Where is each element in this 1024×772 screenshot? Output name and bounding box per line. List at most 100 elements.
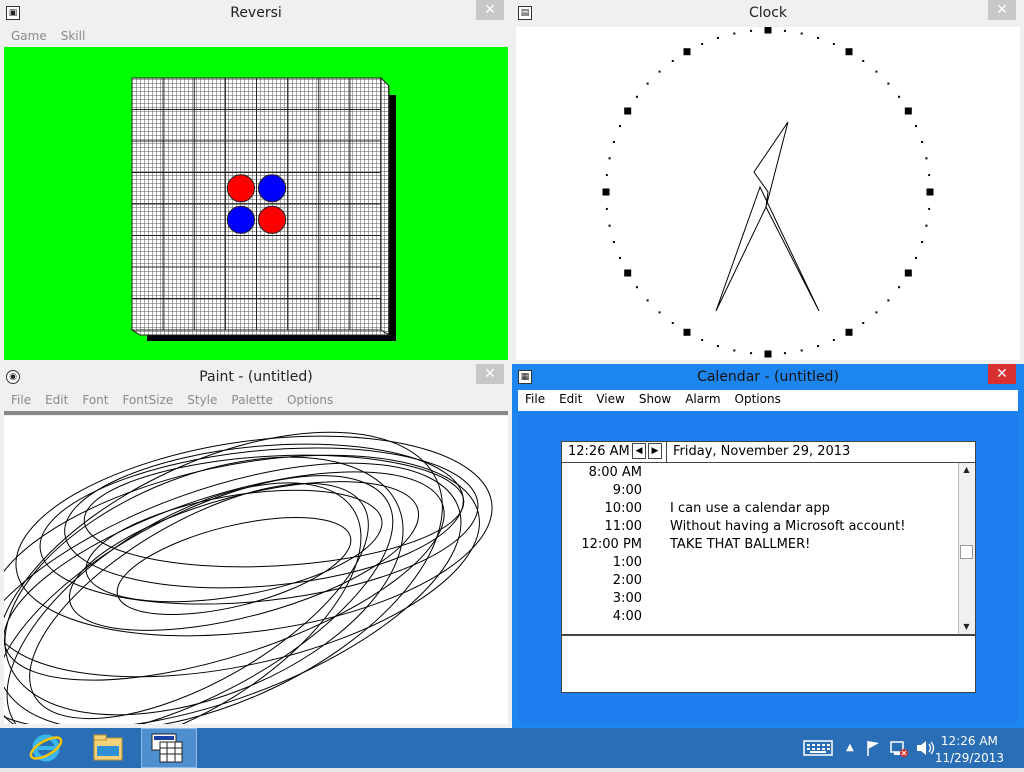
reversi-board[interactable] [4, 47, 508, 360]
internet-explorer-icon[interactable] [22, 728, 70, 768]
clock-minute-mark [750, 29, 753, 32]
clock-minute-mark [783, 29, 786, 32]
appointment-list[interactable]: 8:00 AM 9:00 10:00 I can use a calendar app… [562, 463, 960, 634]
reversi-titlebar[interactable]: ▣ Reversi ✕ [0, 0, 512, 27]
clock-minute-mark [733, 32, 736, 35]
clock-minute-mark [887, 299, 890, 302]
minute-hand [715, 185, 820, 312]
clock-hour-mark [764, 350, 772, 358]
calendar-menu-view[interactable]: View [589, 390, 631, 406]
show-hidden-icons[interactable]: ▲ [842, 728, 858, 768]
calendar-close-button[interactable]: ✕ [988, 364, 1016, 384]
taskbar-clock[interactable]: 12:26 AM 11/29/2013 [935, 733, 1004, 767]
appointment-slot[interactable]: 3:00 [562, 590, 960, 608]
scroll-down-arrow-icon[interactable]: ▼ [959, 620, 974, 634]
network-icon[interactable] [887, 728, 911, 768]
paint-menu-style[interactable]: Style [180, 391, 224, 407]
appointment-slot[interactable]: 9:00 [562, 482, 960, 500]
reversi-piece-blue [258, 174, 287, 203]
paint-canvas[interactable] [0, 416, 508, 750]
clock-minute-mark [716, 36, 719, 39]
clock-minute-mark [914, 256, 917, 259]
slot-time: 8:00 AM [588, 465, 642, 480]
reversi-menubar: Game Skill [4, 27, 508, 47]
clock-minute-mark [783, 352, 786, 355]
appointment-slot[interactable]: 2:00 [562, 572, 960, 590]
paint-close-button[interactable]: ✕ [476, 364, 504, 384]
slot-text[interactable]: Without having a Microsoft account! [670, 519, 905, 534]
appointment-slot[interactable]: 4:00 [562, 608, 960, 626]
appointment-slot[interactable]: 11:00 Without having a Microsoft account! [562, 518, 960, 536]
reversi-menu-skill[interactable]: Skill [54, 27, 93, 43]
calendar-menu-edit[interactable]: Edit [552, 390, 589, 406]
prev-day-button[interactable]: ◀ [632, 443, 646, 459]
clock-hour-mark [624, 107, 632, 115]
paint-menu-fontsize[interactable]: FontSize [115, 391, 180, 407]
calendar-menu-show[interactable]: Show [632, 390, 678, 406]
clock-minute-mark [800, 349, 803, 352]
calendar-menubar: File Edit View Show Alarm Options [518, 390, 1018, 411]
keyboard-icon[interactable] [800, 728, 836, 768]
windows-app-taskbar-button[interactable] [141, 728, 197, 768]
slot-time: 3:00 [612, 591, 642, 606]
appointment-slot[interactable]: 10:00 I can use a calendar app [562, 500, 960, 518]
clock-minute-mark [716, 345, 719, 348]
clock-minute-mark [925, 157, 928, 160]
clock-hour-mark [683, 328, 691, 336]
clock-minute-mark [862, 322, 865, 325]
paint-menu-font[interactable]: Font [75, 391, 115, 407]
next-day-button[interactable]: ▶ [648, 443, 662, 459]
clock-hour-mark [904, 107, 912, 115]
appointment-slot[interactable]: 12:00 PM TAKE THAT BALLMER! [562, 536, 960, 554]
reversi-window: ▣ Reversi ✕ Game Skill [0, 0, 512, 364]
paint-titlebar[interactable]: ◉ Paint - (untitled) ✕ [0, 364, 512, 391]
reversi-menu-game[interactable]: Game [4, 27, 54, 43]
clock-hour-mark [926, 188, 934, 196]
clock-minute-mark [921, 140, 924, 143]
calendar-menu-alarm[interactable]: Alarm [678, 390, 727, 406]
file-explorer-icon[interactable] [86, 728, 130, 768]
clock-hour-mark [904, 269, 912, 277]
reversi-title: Reversi [230, 5, 282, 21]
calendar-menu-file[interactable]: File [518, 390, 552, 406]
scroll-thumb[interactable] [960, 545, 973, 559]
appointment-slot[interactable]: 8:00 AM [562, 464, 960, 482]
clock-minute-mark [671, 322, 674, 325]
scroll-up-arrow-icon[interactable]: ▲ [959, 463, 974, 477]
clock-minute-mark [671, 59, 674, 62]
calendar-titlebar[interactable]: ▦ Calendar - (untitled) ✕ [512, 364, 1024, 391]
appointment-scrollbar[interactable]: ▲ ▼ [958, 463, 975, 634]
slot-text[interactable]: I can use a calendar app [670, 501, 830, 516]
clock-minute-mark [921, 241, 924, 244]
clock-hour-mark [624, 269, 632, 277]
slot-text[interactable]: TAKE THAT BALLMER! [670, 537, 810, 552]
clock-minute-mark [898, 286, 901, 289]
clock-minute-mark [612, 241, 615, 244]
paint-menu-palette[interactable]: Palette [224, 391, 280, 407]
action-center-flag-icon[interactable] [862, 728, 884, 768]
clock-minute-mark [619, 125, 622, 128]
clock-minute-mark [612, 140, 615, 143]
paint-menu-file[interactable]: File [4, 391, 38, 407]
paint-menu-options[interactable]: Options [280, 391, 340, 407]
clock-titlebar[interactable]: ▤ Clock ✕ [512, 0, 1024, 27]
appointment-slot[interactable]: 1:00 [562, 554, 960, 572]
clock-minute-mark [608, 157, 611, 160]
notes-area[interactable] [562, 634, 975, 692]
clock-minute-mark [701, 338, 704, 341]
paint-window: ◉ Paint - (untitled) ✕ File Edit Font FontS… [0, 364, 512, 750]
clock-minute-mark [898, 95, 901, 98]
reversi-board-area[interactable] [4, 47, 508, 360]
slot-time: 10:00 [604, 501, 642, 516]
volume-icon[interactable] [913, 728, 937, 768]
reversi-close-button[interactable]: ✕ [476, 0, 504, 20]
clock-close-button[interactable]: ✕ [988, 0, 1016, 20]
reversi-piece-red [226, 174, 255, 203]
taskbar-date: 11/29/2013 [934, 751, 1004, 765]
slot-time: 12:00 PM [581, 537, 642, 552]
paint-menu-edit[interactable]: Edit [38, 391, 75, 407]
calendar-menu-options[interactable]: Options [728, 390, 788, 406]
calendar-client: 12:26 AM ◀ ▶ Friday, November 29, 2013 8… [518, 411, 1018, 722]
paint-menubar: File Edit Font FontSize Style Palette Options [4, 391, 508, 411]
clock-minute-mark [817, 36, 820, 39]
